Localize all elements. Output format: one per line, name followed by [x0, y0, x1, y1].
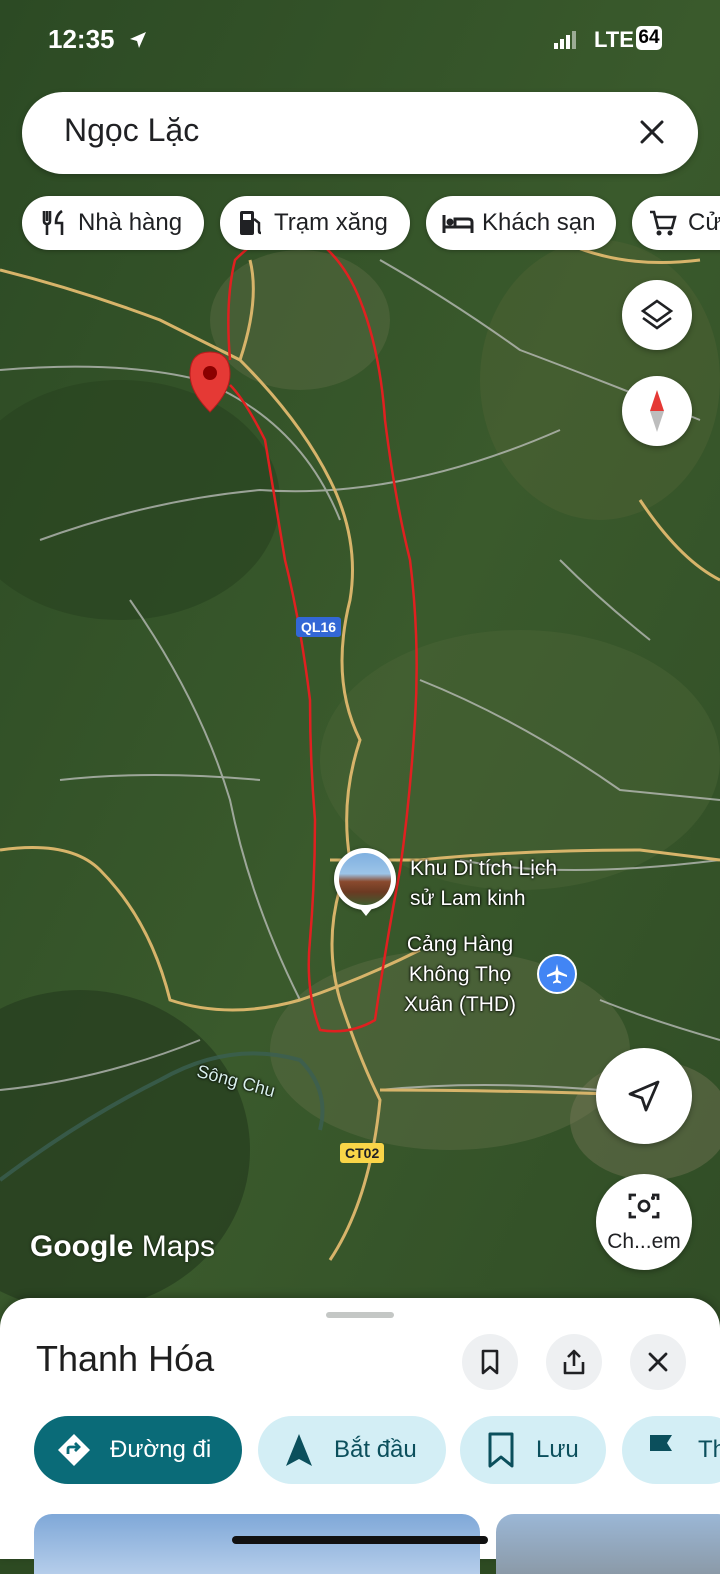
place-photo[interactable]: [34, 1514, 480, 1574]
airplane-icon: [547, 964, 567, 984]
place-title: Thanh Hóa: [36, 1338, 215, 1379]
camera-search-button[interactable]: Ch...em: [596, 1174, 692, 1270]
navigation-arrow-icon: [628, 1080, 660, 1112]
status-bar: 12:35 LTE 64: [0, 20, 720, 60]
start-button[interactable]: Bắt đầu: [258, 1416, 446, 1484]
road-label-ql16: QL16: [296, 617, 342, 637]
poi-photo-marker[interactable]: [334, 848, 396, 910]
status-time: 12:35: [48, 24, 115, 54]
layers-icon: [640, 299, 674, 330]
more-action-label: Th: [698, 1436, 720, 1463]
place-photo[interactable]: [496, 1514, 720, 1574]
close-icon[interactable]: [634, 114, 670, 150]
share-icon: [563, 1349, 585, 1375]
save-button[interactable]: Lưu: [460, 1416, 606, 1484]
gas-station-icon: [240, 211, 262, 235]
compass-button[interactable]: [622, 376, 692, 446]
navigation-arrow-icon: [286, 1434, 312, 1466]
logo-google-text: Google: [30, 1230, 134, 1263]
bed-icon: [442, 215, 474, 233]
chip-label: Khách sạn: [482, 209, 596, 236]
directions-button[interactable]: Đường đi: [34, 1416, 242, 1484]
chip-restaurants[interactable]: Nhà hàng: [22, 196, 204, 250]
chip-gas-stations[interactable]: Trạm xăng: [220, 196, 410, 250]
airport-marker[interactable]: [537, 954, 577, 994]
search-query[interactable]: Ngọc Lặc: [64, 112, 199, 149]
chip-label: Nhà hàng: [78, 209, 183, 236]
chip-shopping[interactable]: Cử: [632, 196, 720, 250]
poi-label-line: Khu Di tích Lịch: [410, 857, 558, 880]
logo-maps-text: Maps: [141, 1230, 216, 1263]
search-bar[interactable]: Ngọc Lặc: [22, 92, 698, 174]
signal-icon: [554, 31, 576, 49]
layers-button[interactable]: [622, 280, 692, 350]
poi-label-line: Không Thọ: [408, 963, 512, 986]
cart-icon: [650, 210, 677, 236]
sheet-drag-handle[interactable]: [326, 1312, 394, 1318]
start-label: Bắt đầu: [334, 1436, 417, 1463]
close-icon: [648, 1352, 668, 1372]
my-location-button[interactable]: [596, 1048, 692, 1144]
road-label-ct02: CT02: [340, 1143, 385, 1163]
place-bottom-sheet[interactable]: Thanh Hóa Đường đi Bắt đầu Lưu Th: [0, 1298, 720, 1574]
home-indicator[interactable]: [232, 1536, 488, 1544]
category-chips: Nhà hàng Trạm xăng Khách sạn Cử: [0, 196, 720, 252]
bookmark-icon: [481, 1349, 499, 1375]
compass-icon: [650, 390, 664, 432]
poi-label-lam-kinh: Khu Di tích Lịch sử Lam kinh: [410, 854, 557, 914]
fork-knife-icon: [42, 209, 64, 235]
bookmark-icon: [488, 1432, 514, 1468]
location-arrow-icon: [130, 32, 146, 48]
poi-label-line: Cảng Hàng: [406, 933, 514, 956]
save-label: Lưu: [536, 1436, 579, 1463]
directions-label: Đường đi: [110, 1436, 212, 1463]
poi-label-line: Xuân (THD): [404, 993, 517, 1016]
close-sheet-button[interactable]: [630, 1334, 686, 1390]
poi-label-airport: Cảng Hàng Không Thọ Xuân (THD): [404, 930, 516, 1020]
poi-label-line: sử Lam kinh: [410, 887, 526, 910]
chip-label: Trạm xăng: [274, 209, 388, 236]
directions-icon: [58, 1434, 90, 1466]
battery-indicator: 64: [636, 26, 662, 50]
network-type: LTE: [594, 27, 634, 52]
chip-hotels[interactable]: Khách sạn: [426, 196, 616, 250]
google-maps-logo: Google Maps: [30, 1230, 215, 1264]
camera-icon: [628, 1193, 660, 1219]
more-action-button[interactable]: Th: [622, 1416, 720, 1484]
camera-label: Ch...em: [607, 1230, 681, 1253]
save-bookmark-button[interactable]: [462, 1334, 518, 1390]
chip-label: Cử: [688, 209, 720, 236]
flag-icon: [650, 1435, 672, 1466]
share-button[interactable]: [546, 1334, 602, 1390]
